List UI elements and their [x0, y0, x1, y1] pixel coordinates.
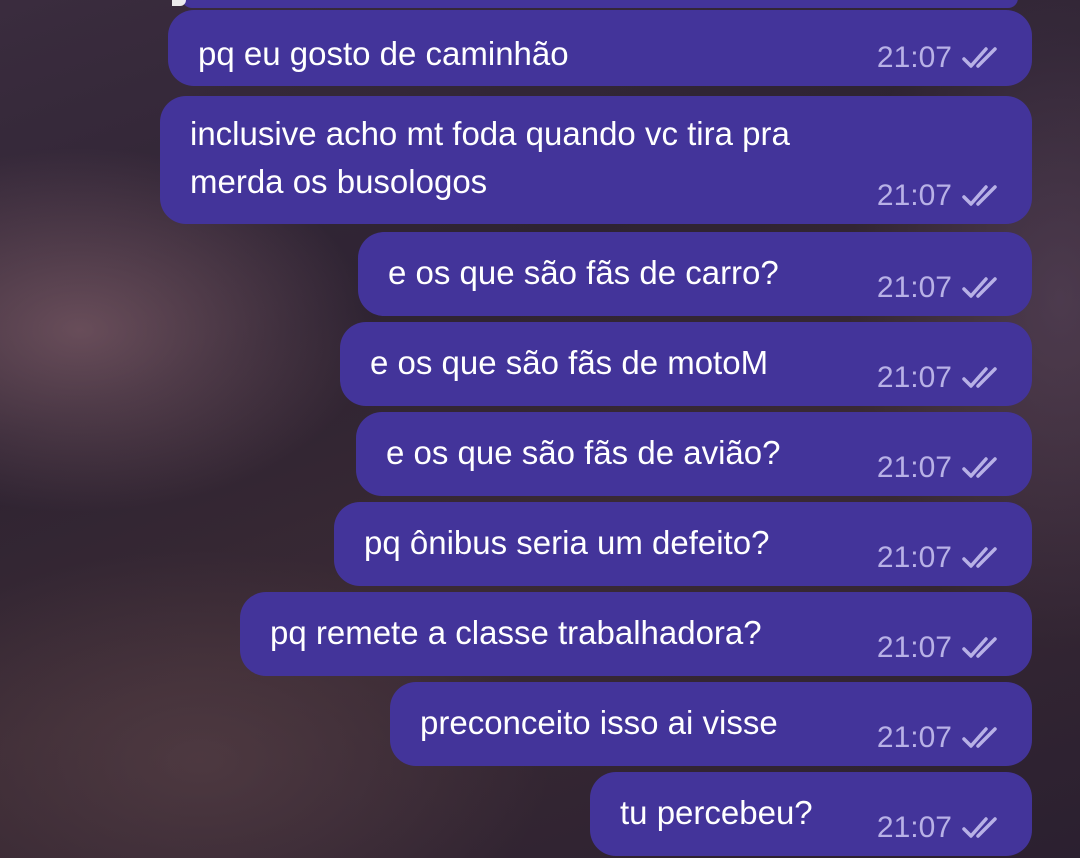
message-meta: 21:07 [877, 540, 1006, 576]
chat-message-list[interactable]: pq eu gosto de caminhão 21:07 inclusive … [0, 0, 1080, 858]
double-check-icon [962, 364, 1006, 392]
message-bubble[interactable]: tu percebeu? 21:07 [590, 772, 1032, 856]
message-bubble[interactable]: e os que são fãs de avião? 21:07 [356, 412, 1032, 496]
previous-message-tail [172, 0, 186, 6]
message-meta: 21:07 [877, 360, 1006, 396]
message-meta: 21:07 [877, 270, 1006, 306]
double-check-icon [962, 454, 1006, 482]
double-check-icon [962, 724, 1006, 752]
message-meta: 21:07 [877, 40, 1006, 76]
message-text: preconceito isso ai visse [420, 704, 778, 741]
message-time: 21:07 [876, 451, 952, 484]
double-check-icon [962, 182, 1006, 210]
message-time: 21:07 [876, 631, 952, 664]
message-time: 21:07 [876, 41, 952, 74]
message-meta: 21:07 [877, 720, 1006, 756]
message-text: e os que são fãs de avião? [386, 434, 781, 471]
message-text: pq remete a classe trabalhadora? [270, 614, 762, 651]
message-bubble[interactable]: inclusive acho mt foda quando vc tira pr… [160, 96, 1032, 224]
message-meta: 21:07 [877, 450, 1006, 486]
message-text: pq ônibus seria um defeito? [364, 524, 770, 561]
message-bubble[interactable]: preconceito isso ai visse 21:07 [390, 682, 1032, 766]
double-check-icon [962, 544, 1006, 572]
message-bubble[interactable]: pq ônibus seria um defeito? 21:07 [334, 502, 1032, 586]
message-bubble[interactable]: e os que são fãs de motoM 21:07 [340, 322, 1032, 406]
message-time: 21:07 [876, 811, 952, 844]
message-time: 21:07 [876, 179, 952, 212]
message-time: 21:07 [876, 541, 952, 574]
message-bubble[interactable]: pq remete a classe trabalhadora? 21:07 [240, 592, 1032, 676]
message-bubble[interactable]: pq eu gosto de caminhão 21:07 [168, 10, 1032, 86]
double-check-icon [962, 44, 1006, 72]
double-check-icon [962, 634, 1006, 662]
message-text: pq eu gosto de caminhão [198, 35, 569, 72]
double-check-icon [962, 274, 1006, 302]
double-check-icon [962, 814, 1006, 842]
message-meta: 21:07 [877, 178, 1006, 214]
message-time: 21:07 [876, 721, 952, 754]
previous-message-bubble-edge [182, 0, 1018, 8]
message-time: 21:07 [876, 271, 952, 304]
message-bubble[interactable]: e os que são fãs de carro? 21:07 [358, 232, 1032, 316]
message-text: e os que são fãs de motoM [370, 344, 769, 381]
message-meta: 21:07 [877, 630, 1006, 666]
message-text: tu percebeu? [620, 794, 813, 831]
message-meta: 21:07 [877, 810, 1006, 846]
message-text: e os que são fãs de carro? [388, 254, 779, 291]
message-text: inclusive acho mt foda quando vc tira pr… [190, 115, 790, 200]
message-time: 21:07 [876, 361, 952, 394]
